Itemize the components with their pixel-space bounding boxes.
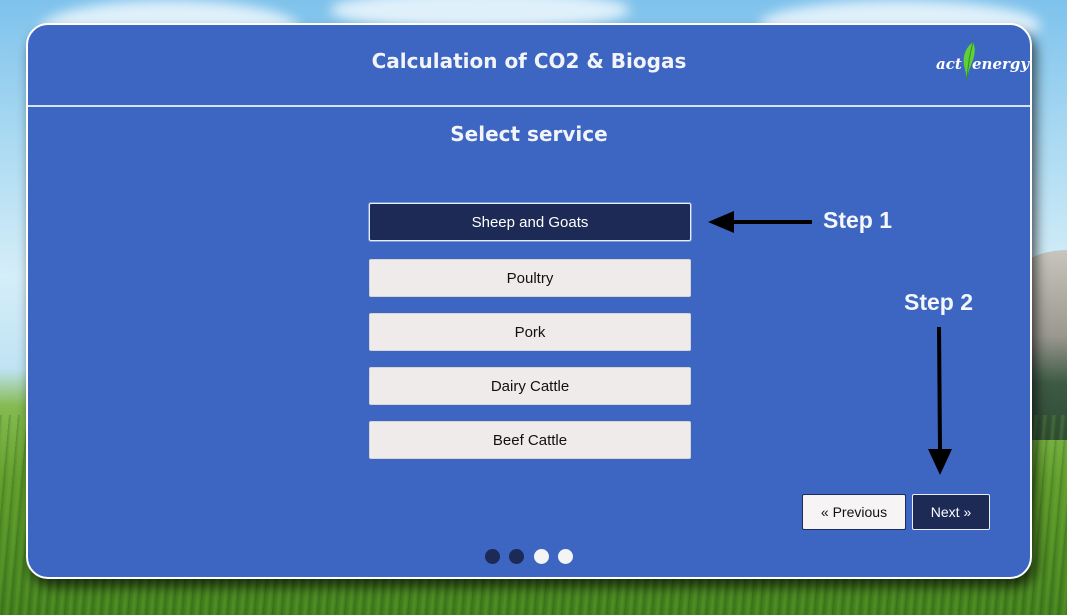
calculator-panel: Calculation of CO2 & Biogas act energy S… bbox=[26, 23, 1032, 579]
section-title: Select service bbox=[450, 122, 608, 146]
page-title: Calculation of CO2 & Biogas bbox=[371, 49, 687, 73]
step2-annotation: Step 2 bbox=[904, 289, 974, 315]
service-option-dairy-cattle[interactable]: Dairy Cattle bbox=[369, 367, 691, 405]
service-option-poultry[interactable]: Poultry bbox=[369, 259, 691, 297]
previous-button[interactable]: « Previous bbox=[802, 494, 906, 530]
service-option-sheep-and-goats[interactable]: Sheep and Goats bbox=[369, 203, 691, 241]
logo-text-act: act bbox=[936, 55, 962, 73]
step-progress-indicator bbox=[485, 549, 585, 565]
next-button[interactable]: Next » bbox=[912, 494, 990, 530]
step-dot-2 bbox=[509, 549, 524, 564]
step-dot-3 bbox=[534, 549, 549, 564]
service-option-beef-cattle[interactable]: Beef Cattle bbox=[369, 421, 691, 459]
act-energy-logo: act energy bbox=[936, 41, 1030, 85]
service-option-pork[interactable]: Pork bbox=[369, 313, 691, 351]
step1-annotation: Step 1 bbox=[823, 207, 893, 233]
step2-arrow-icon bbox=[928, 326, 952, 475]
panel-header: Calculation of CO2 & Biogas act energy bbox=[28, 25, 1030, 107]
step-dot-4 bbox=[558, 549, 573, 564]
step1-arrow-icon bbox=[708, 211, 812, 233]
logo-text-energy: energy bbox=[972, 55, 1030, 73]
step-dot-1 bbox=[485, 549, 500, 564]
